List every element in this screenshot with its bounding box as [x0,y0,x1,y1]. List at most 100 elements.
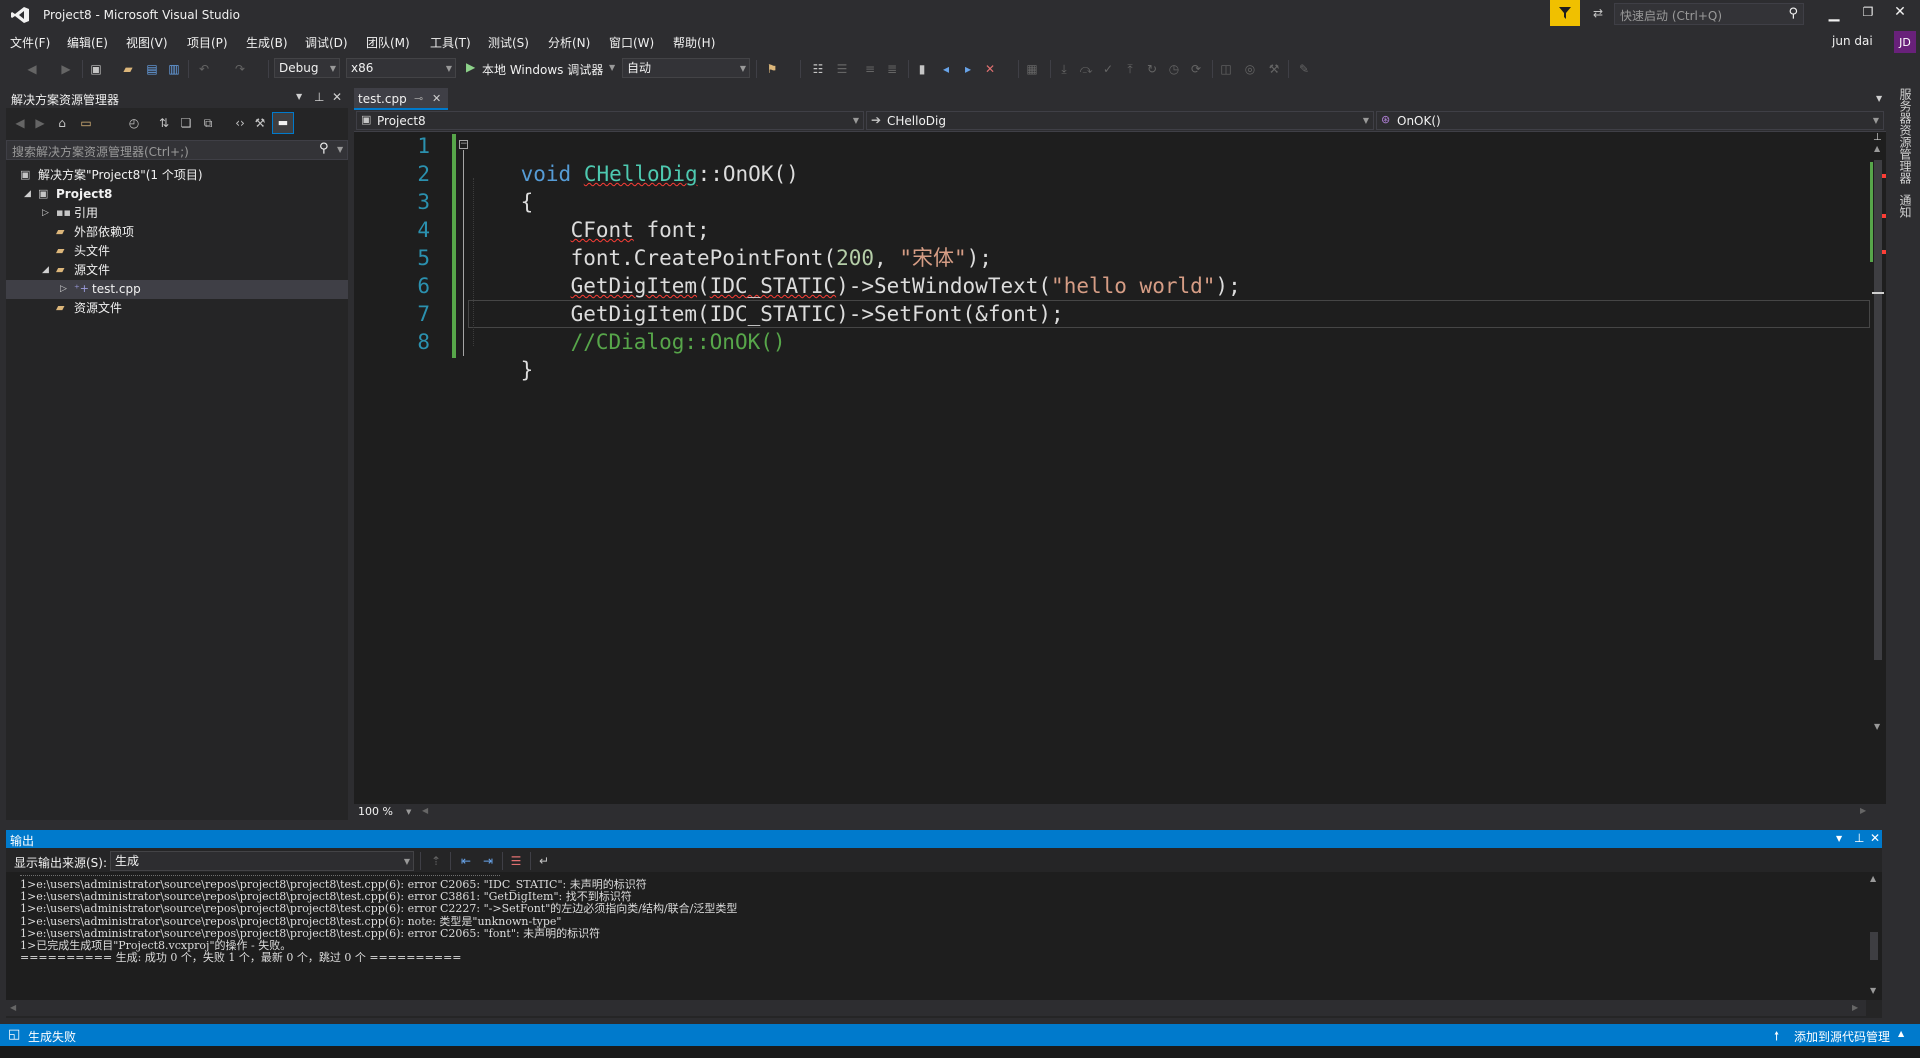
indent-icon[interactable]: ☰ [834,61,850,77]
forward-icon[interactable]: ▶ [58,61,74,77]
panel-menu-chevron-icon[interactable]: ▼ [1836,834,1842,843]
scroll-up-icon[interactable]: ▲ [1870,874,1876,883]
collapse-all-icon[interactable]: ❏ [178,115,194,131]
platform-select[interactable]: x86 ▼ [346,58,456,78]
search-icon[interactable]: ⚲ [1788,6,1798,21]
switch-views-icon[interactable]: ▭ [78,115,94,131]
scroll-right-icon[interactable]: ▶ [1852,1003,1858,1012]
output-horizontal-scrollbar[interactable]: ◀ ▶ [6,1000,1866,1016]
menu-edit[interactable]: 编辑(E) [67,34,108,51]
tab-overflow-chevron-icon[interactable]: ▼ [1876,94,1882,103]
pin-icon[interactable]: ⊥ [1854,831,1864,845]
open-file-icon[interactable]: ▰ [120,61,136,77]
nav-member-select[interactable]: ⊛ OnOK() ▼ [1376,111,1884,130]
zoom-select[interactable]: 100 % ▼ [356,804,416,820]
nav-project-select[interactable]: ▣ Project8 ▼ [356,111,864,130]
scroll-left-icon[interactable]: ◀ [422,806,428,815]
maximize-button[interactable]: ❐ [1860,5,1876,21]
refresh-icon[interactable]: ⟳ [1188,61,1204,77]
close-panel-icon[interactable]: ✕ [332,90,342,104]
expand-arrow-icon[interactable]: ▷ [60,280,67,299]
scrollbar-thumb[interactable] [1874,160,1882,660]
outdent-icon[interactable]: ≡ [862,61,878,77]
solution-config-select[interactable]: Debug ▼ [274,58,340,78]
bookmark-icon[interactable]: ▮ [914,61,930,77]
wrench-icon[interactable]: ⚒ [1266,61,1282,77]
menu-tools[interactable]: 工具(T) [430,34,471,51]
save-all-icon[interactable]: ▥ [166,61,182,77]
hierarchy-icon[interactable]: ☷ [810,61,826,77]
close-panel-icon[interactable]: ✕ [1870,831,1880,845]
restart-icon[interactable]: ↻ [1144,61,1160,77]
scroll-right-icon[interactable]: ▶ [1860,806,1866,815]
step-into-icon[interactable]: ⤓ [1056,61,1072,77]
nav-class-select[interactable]: ➔ CHelloDig ▼ [866,111,1374,130]
tree-item[interactable]: ▰ 头文件 [6,242,348,261]
user-name[interactable]: jun dai [1832,34,1873,48]
step-over-icon[interactable]: ⤼ [1078,61,1094,77]
add-to-source-control-button[interactable]: 添加到源代码管理 [1794,1028,1890,1045]
output-vertical-scrollbar[interactable]: ▲ ▼ [1866,872,1882,1000]
prev-bookmark-icon[interactable]: ◂ [938,61,954,77]
menu-test[interactable]: 测试(S) [488,34,529,51]
tree-item[interactable]: ▣ 解决方案"Project8"(1 个项目) [6,166,348,185]
check-icon[interactable]: ✓ [1100,61,1116,77]
close-button[interactable]: ✕ [1892,4,1908,20]
view-code-icon[interactable]: ‹› [232,115,248,131]
clear-bookmarks-icon[interactable]: ✕ [982,61,998,77]
prev-message-icon[interactable]: ⇤ [458,853,474,869]
word-wrap-icon[interactable]: ↵ [536,853,552,869]
menu-team[interactable]: 团队(M) [366,34,410,51]
sync-icon[interactable]: ⇅ [156,115,172,131]
collapse-arrow-icon[interactable]: ◢ [42,261,49,280]
tab-notifications[interactable]: 通知 [1894,194,1914,218]
menu-project[interactable]: 项目(P) [187,34,228,51]
menu-view[interactable]: 视图(V) [126,34,168,51]
next-message-icon[interactable]: ⇥ [480,853,496,869]
code-editor[interactable]: 12345678 − void CHelloDig::OnOK() { CFon… [354,132,1886,804]
editor-vertical-scrollbar[interactable]: ⊥ ▲ ▼ [1870,132,1886,804]
feedback-icon[interactable]: ⇄ [1590,5,1606,21]
chevron-up-icon[interactable]: ▲ [1898,1029,1904,1038]
collapse-toggle-icon[interactable]: − [459,140,468,149]
next-bookmark-icon[interactable]: ▸ [960,61,976,77]
tree-item[interactable]: ◢ ▰ 源文件 [6,261,348,280]
start-debugging-button[interactable]: ▶ 本地 Windows 调试器 ▼ [464,58,622,78]
filter-icon[interactable] [1550,0,1580,26]
tab-test-cpp[interactable]: test.cpp ⊸ ✕ [354,88,448,110]
scrollbar-thumb[interactable] [1870,932,1878,960]
save-icon[interactable]: ▤ [144,61,160,77]
pending-changes-icon[interactable]: ◴ [126,115,142,131]
go-to-error-icon[interactable]: ⇡ [428,853,444,869]
menu-window[interactable]: 窗口(W) [609,34,654,51]
scroll-down-icon[interactable]: ▼ [1870,986,1876,995]
pin-icon[interactable]: ⊥ [314,90,324,104]
back-icon[interactable]: ◀ [24,61,40,77]
chevron-down-icon[interactable]: ▼ [337,145,343,154]
window-layout-icon[interactable]: ▦ [1024,61,1040,77]
properties-icon[interactable]: ⚒ [252,115,268,131]
avatar[interactable]: JD [1894,31,1916,53]
home-icon[interactable]: ⌂ [54,115,70,131]
step-out-icon[interactable]: ⤒ [1122,61,1138,77]
inspect-icon[interactable]: ◎ [1242,61,1258,77]
output-text-area[interactable]: 1>e:\users\administrator\source\repos\pr… [6,872,1866,1000]
run-mode-select[interactable]: 自动 ▼ [622,58,750,78]
output-source-select[interactable]: 生成 ▼ [110,851,414,871]
collapse-arrow-icon[interactable]: ◢ [24,185,31,204]
tab-server-explorer[interactable]: 服务器资源管理器 [1894,88,1914,184]
tree-item[interactable]: ▷ ▪▪ 引用 [6,204,348,223]
split-window-icon[interactable]: ⊥ [1873,132,1882,143]
preview-selected-icon[interactable]: ▬ [272,112,294,134]
diagnostics-icon[interactable]: ◫ [1218,61,1234,77]
quick-launch-input[interactable]: 快速启动 (Ctrl+Q) ⚲ [1614,3,1804,25]
menu-build[interactable]: 生成(B) [246,34,288,51]
scroll-left-icon[interactable]: ◀ [10,1003,16,1012]
solution-search-input[interactable]: 搜索解决方案资源管理器(Ctrl+;) ⚲ ▼ [6,140,348,160]
menu-file[interactable]: 文件(F) [10,34,50,51]
comment-icon[interactable]: ≣ [884,61,900,77]
back-icon[interactable]: ◀ [12,115,28,131]
expand-arrow-icon[interactable]: ▷ [42,204,49,223]
search-icon[interactable]: ⚲ [319,141,329,156]
tree-item[interactable]: ▷ ⁺+ test.cpp [6,280,348,299]
